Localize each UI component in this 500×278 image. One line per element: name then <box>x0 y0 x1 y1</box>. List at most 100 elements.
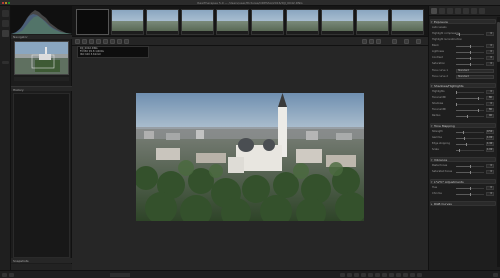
white-balance-picker-icon[interactable] <box>82 39 87 44</box>
tone-curve-1-row[interactable]: Tone curve 1 Standard <box>432 69 494 73</box>
color-label-icon[interactable] <box>389 273 394 277</box>
highlight-reconstruction-row[interactable]: Highlight reconstruction <box>432 38 494 42</box>
detail-window-icon[interactable] <box>392 39 397 44</box>
filmstrip-thumbnail[interactable] <box>181 9 214 35</box>
shadows-highlights-section-header[interactable]: ▾ Shadows/Highlights <box>430 83 496 88</box>
queue-tab[interactable] <box>2 20 9 27</box>
trash-icon[interactable] <box>396 273 401 277</box>
exposure-tab-icon[interactable] <box>431 8 437 14</box>
filmstrip-thumbnail[interactable] <box>321 9 354 35</box>
slider-row[interactable]: Shadows 0 <box>432 102 494 106</box>
zoom-fit-icon[interactable] <box>362 39 367 44</box>
right-panel-toggle-icon[interactable] <box>493 273 498 277</box>
zoom-out-icon[interactable] <box>410 273 415 277</box>
wavelet-tab-icon[interactable] <box>455 8 461 14</box>
exif-line: ISO 100 3.61mm <box>80 53 102 56</box>
chevron-down-icon: ▾ <box>431 124 433 128</box>
slider-row[interactable]: Hue 0 <box>432 186 494 190</box>
slider-row[interactable]: Tonal width 80 <box>432 96 494 100</box>
editor-tab[interactable] <box>2 30 9 37</box>
chevron-down-icon: ▾ <box>431 20 433 24</box>
before-after-icon[interactable] <box>103 39 108 44</box>
detail-tab-icon[interactable] <box>439 8 445 14</box>
color-tab-icon[interactable] <box>447 8 453 14</box>
fullscreen-icon[interactable] <box>404 39 409 44</box>
navigator-header[interactable]: Navigator <box>11 35 72 39</box>
zoom-in-icon[interactable] <box>417 273 422 277</box>
prev-image-icon[interactable] <box>361 273 366 277</box>
exposure-section-header[interactable]: ▾ Exposure <box>430 19 496 24</box>
save-icon[interactable] <box>340 273 345 277</box>
auto-levels-row[interactable]: Auto Levels <box>432 26 494 30</box>
clipping-indicator-icon[interactable] <box>124 39 129 44</box>
slider-row[interactable]: Saturated tones 0 <box>432 170 494 174</box>
history-list[interactable] <box>13 93 70 258</box>
lab-adjustments-section-header[interactable]: ▾ L*a*b* Adjustments <box>430 179 496 184</box>
tone-curve-2-row[interactable]: Tone curve 2 Standard <box>432 75 494 79</box>
zoom-out-icon[interactable] <box>369 39 374 44</box>
slider-row[interactable]: Highlights 0 <box>432 90 494 94</box>
history-title: History <box>13 88 24 92</box>
panel-toggle-icon[interactable] <box>416 39 421 44</box>
tone-mapping-section-header[interactable]: ▾ Tone Mapping <box>430 123 496 128</box>
zoom-in-icon[interactable] <box>376 39 381 44</box>
slider-row[interactable]: Radius 40 <box>432 114 494 118</box>
file-browser-tab[interactable] <box>2 10 9 17</box>
left-panel-toggle-icon[interactable] <box>2 273 7 277</box>
vibrance-section-header[interactable]: ▾ Vibrance <box>430 157 496 162</box>
external-editor-icon[interactable] <box>354 273 359 277</box>
slider-row[interactable]: Pastel tones 0 <box>432 164 494 168</box>
straighten-tool-icon[interactable] <box>96 39 101 44</box>
filmstrip-thumbnail[interactable] <box>286 9 319 35</box>
right-tool-panel: ▾ Exposure Auto Levels Highlight compres… <box>428 6 500 270</box>
slider-row[interactable]: Lightness 0 <box>432 50 494 54</box>
next-image-icon[interactable] <box>368 273 373 277</box>
window-title: RawTherapee 5.0 — /Users/user/Pictures/O… <box>197 1 303 5</box>
left-panel: Navigator History Snapshots <box>11 6 72 270</box>
close-window-button[interactable] <box>2 2 4 4</box>
rgb-curves-section-header[interactable]: ▸ RGB Curves <box>430 201 496 206</box>
chevron-down-icon: ▾ <box>431 84 433 88</box>
slider-row[interactable]: Chroma 0 <box>432 192 494 196</box>
slider-row[interactable]: Strength 0.50 <box>432 130 494 134</box>
filmstrip-thumbnail[interactable] <box>76 9 109 35</box>
preview-mode-icon[interactable] <box>110 39 115 44</box>
transform-tab-icon[interactable] <box>463 8 469 14</box>
navigator-title: Navigator <box>13 35 28 39</box>
filmstrip-thumbnail[interactable] <box>391 9 424 35</box>
focus-mask-icon[interactable] <box>117 39 122 44</box>
slider-row[interactable]: Contrast 0 <box>432 56 494 60</box>
filmstrip-thumbnail[interactable] <box>216 9 249 35</box>
queue-icon[interactable] <box>347 273 352 277</box>
slider-row[interactable]: Gamma 1.00 <box>432 136 494 140</box>
minimize-window-button[interactable] <box>5 2 7 4</box>
filmstrip-thumbnail[interactable] <box>356 9 389 35</box>
crop-tool-icon[interactable] <box>89 39 94 44</box>
slider-row[interactable]: Highlight compression 0 <box>432 32 494 36</box>
zoom-value-icon[interactable] <box>403 273 408 277</box>
histogram <box>11 6 72 34</box>
filmstrip-thumbnail[interactable] <box>111 9 144 35</box>
slider-row[interactable]: Scale 1.00 <box>432 148 494 152</box>
slider-row[interactable]: Saturation 0 <box>432 62 494 66</box>
history-header[interactable]: History <box>11 86 72 92</box>
main-photo[interactable] <box>136 93 364 221</box>
image-canvas[interactable] <box>72 46 428 270</box>
filmstrip-thumbnail[interactable] <box>251 9 284 35</box>
metadata-tab-icon[interactable] <box>479 8 485 14</box>
slider-row[interactable]: Black 0 <box>432 44 494 48</box>
snapshots-header[interactable]: Snapshots <box>11 258 72 263</box>
history-undo-icon[interactable] <box>9 273 14 277</box>
sync-icon[interactable] <box>375 273 380 277</box>
zoom-window-button[interactable] <box>8 2 10 4</box>
panel-toggle-icon[interactable] <box>2 61 9 64</box>
slider-row[interactable]: Tonal width 80 <box>432 108 494 112</box>
filmstrip-thumbnail[interactable] <box>146 9 179 35</box>
slider-row[interactable]: Edge stopping 1.40 <box>432 142 494 146</box>
hand-tool-icon[interactable] <box>75 39 80 44</box>
star-rating-icon[interactable] <box>382 273 387 277</box>
navigator-preview[interactable] <box>14 41 69 75</box>
exif-info-overlay: DJI_0042.DNG FC330 f/2.8 1/400s ISO 100 … <box>77 46 149 58</box>
snapshots-title: Snapshots <box>13 259 29 263</box>
raw-tab-icon[interactable] <box>471 8 477 14</box>
